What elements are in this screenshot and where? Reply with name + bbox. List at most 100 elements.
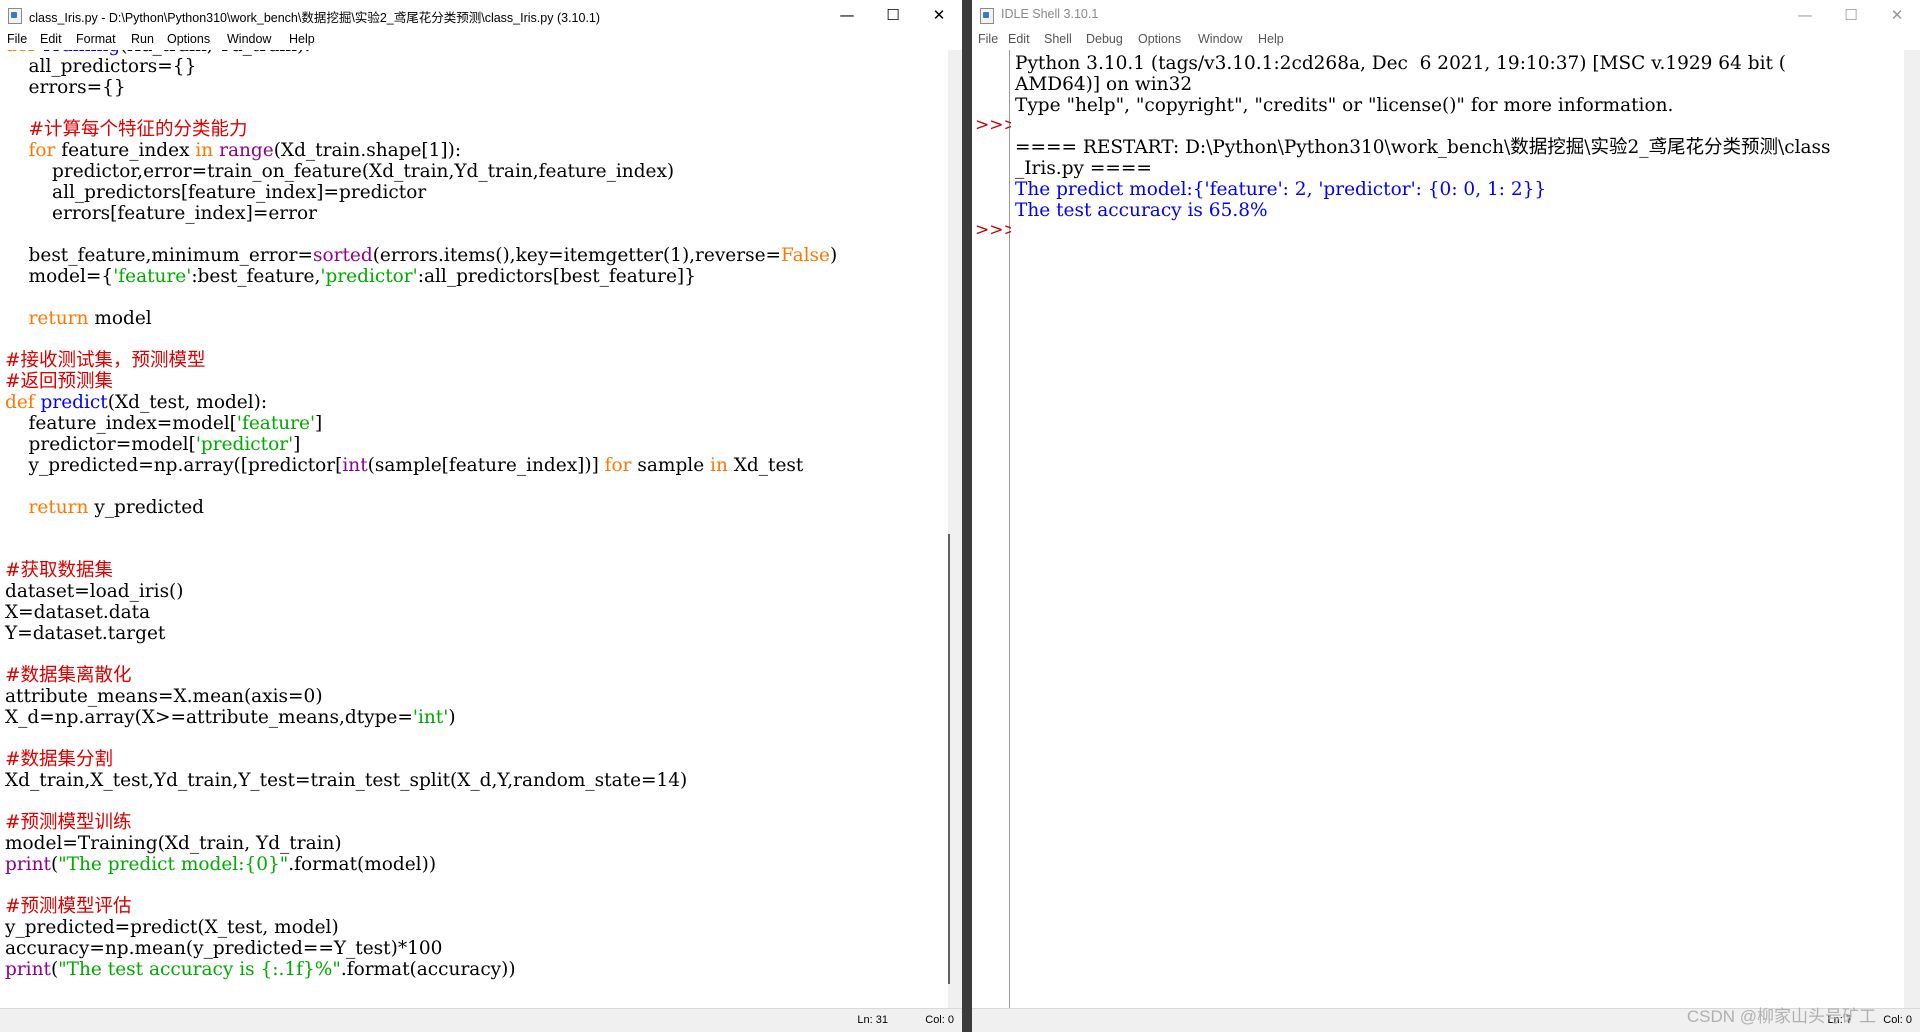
code-line[interactable]: best_feature,minimum_error=sorted(errors… xyxy=(5,245,838,266)
code-line[interactable] xyxy=(5,875,837,896)
code-token: in xyxy=(195,140,220,161)
code-line[interactable] xyxy=(5,791,837,812)
code-token: 'predictor' xyxy=(195,434,294,455)
code-token: #返回预测集 xyxy=(5,371,114,392)
shell-output[interactable]: Python 3.10.1 (tags/v3.10.1:2cd268a, Dec… xyxy=(1011,50,1920,1008)
shell-line[interactable]: AMD64)] on win32 xyxy=(1015,74,1831,95)
code-line[interactable]: feature_index=model['feature'] xyxy=(5,413,837,434)
scrollbar-thumb[interactable] xyxy=(948,534,950,984)
code-line[interactable]: accuracy=np.mean(y_predicted==Y_test)*10… xyxy=(5,938,837,959)
menu-file[interactable]: File xyxy=(978,32,998,46)
code-token: 'int' xyxy=(412,707,449,728)
code-line[interactable] xyxy=(5,224,837,245)
code-line[interactable]: predictor,error=train_on_feature(Xd_trai… xyxy=(5,161,837,182)
editor-titlebar[interactable]: class_Iris.py - D:\Python\Python310\work… xyxy=(0,0,962,30)
code-token: errors={} xyxy=(5,77,126,98)
menu-window[interactable]: Window xyxy=(1198,32,1242,46)
menu-file[interactable]: File xyxy=(7,32,27,46)
code-line[interactable]: y_predicted=np.array([predictor[int(samp… xyxy=(5,455,837,476)
menu-options[interactable]: Options xyxy=(1138,32,1181,46)
minimize-icon[interactable]: — xyxy=(824,0,870,30)
shell-line[interactable]: The predict model:{'feature': 2, 'predic… xyxy=(1015,179,1831,200)
code-line[interactable] xyxy=(5,98,837,119)
code-token: print xyxy=(5,959,51,980)
shell-window: IDLE Shell 3.10.1 — ☐ ✕ File Edit Shell … xyxy=(972,0,1920,1032)
code-line[interactable]: Xd_train,X_test,Yd_train,Y_test=train_te… xyxy=(5,770,837,791)
code-line[interactable] xyxy=(5,287,837,308)
shell-text[interactable]: Python 3.10.1 (tags/v3.10.1:2cd268a, Dec… xyxy=(1015,53,1831,221)
shell-line[interactable]: ==== RESTART: D:\Python\Python310\work_b… xyxy=(1015,137,1831,158)
code-line[interactable]: #返回预测集 xyxy=(5,371,837,392)
menu-help[interactable]: Help xyxy=(289,32,315,46)
maximize-icon[interactable]: ☐ xyxy=(870,0,916,30)
maximize-icon[interactable]: ☐ xyxy=(1828,0,1874,30)
shell-line[interactable] xyxy=(1015,116,1831,137)
code-line[interactable]: #接收测试集，预测模型 xyxy=(5,350,837,371)
code-line[interactable]: model={'feature':best_feature,'predictor… xyxy=(5,266,837,287)
menu-run[interactable]: Run xyxy=(131,32,154,46)
code-line[interactable]: #预测模型训练 xyxy=(5,812,837,833)
code-token: (errors.items(),key=itemgetter(1),revers… xyxy=(372,245,782,266)
code-line[interactable]: #获取数据集 xyxy=(5,560,837,581)
code-line[interactable]: print("The predict model:{0}".format(mod… xyxy=(5,854,837,875)
code-line[interactable]: X=dataset.data xyxy=(5,602,837,623)
code-line[interactable] xyxy=(5,539,837,560)
menu-edit[interactable]: Edit xyxy=(1008,32,1030,46)
code-token: .format(accuracy)) xyxy=(340,959,516,980)
menu-window[interactable]: Window xyxy=(227,32,271,46)
editor-window-title: class_Iris.py - D:\Python\Python310\work… xyxy=(29,11,601,25)
code-token: #接收测试集，预测模型 xyxy=(5,350,206,371)
code-line[interactable] xyxy=(5,329,837,350)
editor-vertical-scrollbar[interactable] xyxy=(948,50,962,1008)
code-line[interactable]: errors={} xyxy=(5,77,837,98)
code-token: int xyxy=(342,455,368,476)
shell-line[interactable]: Type "help", "copyright", "credits" or "… xyxy=(1015,95,1831,116)
code-line[interactable]: predictor=model['predictor'] xyxy=(5,434,837,455)
code-token: ) xyxy=(448,707,456,728)
code-line[interactable] xyxy=(5,518,837,539)
close-icon[interactable]: ✕ xyxy=(1874,0,1920,30)
code-token: attribute_means=X.mean(axis=0) xyxy=(5,686,323,707)
close-icon[interactable]: ✕ xyxy=(916,0,962,30)
code-line[interactable]: print("The test accuracy is {:.1f}%".for… xyxy=(5,959,837,980)
code-line[interactable]: #数据集分割 xyxy=(5,749,837,770)
code-token: dataset=load_iris() xyxy=(5,581,184,602)
shell-titlebar[interactable]: IDLE Shell 3.10.1 — ☐ ✕ xyxy=(972,0,1920,30)
shell-line[interactable]: _Iris.py ==== xyxy=(1015,158,1831,179)
code-line[interactable] xyxy=(5,728,837,749)
minimize-icon[interactable]: — xyxy=(1782,0,1828,30)
code-line[interactable]: #数据集离散化 xyxy=(5,665,837,686)
code-line[interactable]: y_predicted=predict(X_test, model) xyxy=(5,917,837,938)
code-line[interactable]: Y=dataset.target xyxy=(5,623,837,644)
code-line[interactable] xyxy=(5,476,837,497)
shell-line[interactable]: Python 3.10.1 (tags/v3.10.1:2cd268a, Dec… xyxy=(1015,53,1831,74)
code-token: 'feature' xyxy=(236,413,316,434)
code-token: y_predicted xyxy=(94,497,204,518)
code-line[interactable]: dataset=load_iris() xyxy=(5,581,837,602)
code-text[interactable]: def Training(Xd_train, Yd_train): all_pr… xyxy=(5,50,837,980)
menu-format[interactable]: Format xyxy=(76,32,116,46)
code-line[interactable]: X_d=np.array(X>=attribute_means,dtype='i… xyxy=(5,707,837,728)
code-line[interactable]: return model xyxy=(5,308,837,329)
code-line[interactable]: attribute_means=X.mean(axis=0) xyxy=(5,686,837,707)
code-line[interactable]: #预测模型评估 xyxy=(5,896,837,917)
shell-vertical-scrollbar[interactable] xyxy=(1904,50,1920,1008)
code-token: The predict model:{'feature': 2, 'predic… xyxy=(1015,179,1547,200)
code-line[interactable]: all_predictors={} xyxy=(5,56,837,77)
code-line[interactable]: all_predictors[feature_index]=predictor xyxy=(5,182,837,203)
code-token: X=dataset.data xyxy=(5,602,151,623)
code-line[interactable]: for feature_index in range(Xd_train.shap… xyxy=(5,140,837,161)
code-line[interactable] xyxy=(5,644,837,665)
menu-shell[interactable]: Shell xyxy=(1044,32,1072,46)
menu-options[interactable]: Options xyxy=(167,32,210,46)
code-line[interactable]: #计算每个特征的分类能力 xyxy=(5,119,837,140)
menu-debug[interactable]: Debug xyxy=(1086,32,1123,46)
menu-edit[interactable]: Edit xyxy=(40,32,62,46)
code-line[interactable]: model=Training(Xd_train, Yd_train) xyxy=(5,833,837,854)
code-line[interactable]: errors[feature_index]=error xyxy=(5,203,837,224)
code-editor[interactable]: def Training(Xd_train, Yd_train): all_pr… xyxy=(0,50,948,1008)
menu-help[interactable]: Help xyxy=(1258,32,1284,46)
code-line[interactable]: return y_predicted xyxy=(5,497,837,518)
code-line[interactable]: def predict(Xd_test, model): xyxy=(5,392,837,413)
shell-line[interactable]: The test accuracy is 65.8% xyxy=(1015,200,1831,221)
